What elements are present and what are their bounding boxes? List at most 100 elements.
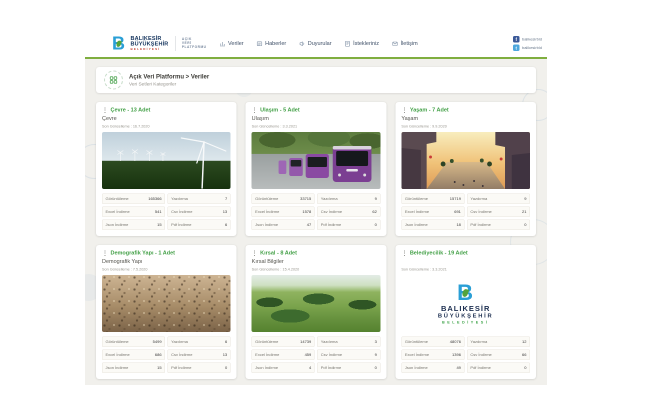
stat-json: Json İndirme49 [401, 363, 464, 374]
breadcrumb-subtitle: Veri Setleri Kategoriler [129, 82, 209, 88]
stat-json: Json İndirme15 [102, 363, 165, 374]
stat-yazdirma: Yazdırma9 [317, 194, 380, 205]
card-title[interactable]: Demografik Yapı - 1 Adet [111, 250, 175, 256]
stat-goruntuleme: Görüntüleme14739 [252, 337, 315, 348]
card-stats: Görüntüleme33715 Yazdırma9 Excel İndirme… [252, 194, 381, 231]
nav-label: Duyurular [308, 41, 332, 47]
stat-csv: Csv İndirme13 [168, 207, 231, 218]
stat-excel: Excel İndirme541 [102, 207, 165, 218]
city-street-image [401, 132, 530, 189]
stat-goruntuleme: Görüntüleme5499 [102, 337, 165, 348]
category-card-ulasim[interactable]: ⋮ Ulaşım - 5 Adet Ulaşım Son Güncelleme … [246, 102, 387, 236]
stat-excel: Excel İndirme1578 [252, 207, 315, 218]
card-subtitle: Ulaşım [252, 116, 381, 123]
nav-label: İstekleriniz [353, 41, 379, 47]
kebab-menu-icon[interactable]: ⋮ [401, 107, 407, 113]
data-icon [220, 41, 226, 47]
twitter-handle: balikesirbld [522, 46, 542, 51]
social-links: f balikesirbld t balikesirbld [513, 36, 542, 51]
main-nav: Veriler Haberler Duyurular İstekleriniz … [220, 41, 418, 47]
announcements-icon [299, 41, 305, 47]
kebab-menu-icon[interactable]: ⋮ [102, 250, 108, 256]
site-logo[interactable]: B BALIKESİR BÜYÜKŞEHİR BELEDİYESİ AÇIK V… [112, 35, 207, 53]
card-stats: Görüntüleme15719 Yazdırma9 Excel İndirme… [401, 194, 530, 231]
platform-line3: PLATFORMU [182, 46, 207, 50]
card-title[interactable]: Yaşam - 7 Adet [410, 107, 449, 113]
card-updated: Son Güncelleme : 9.9.2020 [401, 124, 530, 129]
page-body: Açık Veri Platformu > Veriler Veri Setle… [85, 59, 547, 385]
crowd-image [102, 275, 231, 332]
wind-turbines-image [102, 132, 231, 189]
card-title[interactable]: Ulaşım - 5 Adet [260, 107, 300, 113]
stat-excel: Excel İndirme459 [252, 350, 315, 361]
facebook-link[interactable]: f balikesirbld [513, 36, 542, 43]
card-stats: Görüntüleme48076 Yazdırma12 Excel İndirm… [401, 337, 530, 374]
stat-json: Json İndirme18 [401, 220, 464, 231]
stat-json: Json İndirme4 [252, 363, 315, 374]
kebab-menu-icon[interactable]: ⋮ [252, 107, 258, 113]
site-header: B BALIKESİR BÜYÜKŞEHİR BELEDİYESİ AÇIK V… [85, 30, 547, 59]
twitter-link[interactable]: t balikesirbld [513, 45, 542, 52]
stat-excel: Excel İndirme1396 [401, 350, 464, 361]
stat-goruntuleme: Görüntüleme48076 [401, 337, 464, 348]
logo-text: BALIKESİR BÜYÜKŞEHİR BELEDİYESİ [131, 36, 169, 51]
facebook-handle: balikesirbld [522, 37, 542, 42]
kebab-menu-icon[interactable]: ⋮ [102, 107, 108, 113]
nav-item-veriler[interactable]: Veriler [220, 41, 244, 47]
card-updated: Son Güncelleme : 15.4.2020 [252, 267, 381, 272]
category-card-yasam[interactable]: ⋮ Yaşam - 7 Adet Yaşam Son Güncelleme : … [395, 102, 536, 236]
stat-csv: Csv İndirme21 [467, 207, 530, 218]
card-title[interactable]: Belediyecilik - 19 Adet [410, 250, 468, 256]
logo-image-line1: BALIKESİR [441, 305, 490, 313]
nav-label: Veriler [228, 41, 244, 47]
requests-icon [345, 41, 351, 47]
logo-divider [175, 36, 176, 51]
logo-image-line2: BÜYÜKŞEHİR [438, 313, 494, 320]
category-grid: ⋮ Çevre - 13 Adet Çevre Son Güncelleme :… [96, 102, 536, 379]
card-updated: Son Güncelleme : 3.3.2021 [401, 267, 530, 272]
stat-excel: Excel İndirme686 [102, 350, 165, 361]
category-card-kirsal[interactable]: ⋮ Kırsal - 8 Adet Kırsal Bilgiler Son Gü… [246, 245, 387, 379]
nav-item-duyurular[interactable]: Duyurular [299, 41, 331, 47]
stat-pdf: Pdf İndirme0 [467, 220, 530, 231]
kebab-menu-icon[interactable]: ⋮ [401, 250, 407, 256]
facebook-icon: f [513, 36, 520, 43]
card-subtitle: Kırsal Bilgiler [252, 259, 381, 266]
card-updated: Son Güncelleme : 7.5.2020 [102, 267, 231, 272]
categories-grid-icon [104, 71, 123, 90]
stat-goruntuleme: Görüntüleme33715 [252, 194, 315, 205]
balikesir-logo-icon: B [457, 282, 474, 304]
card-title[interactable]: Kırsal - 8 Adet [260, 250, 297, 256]
wind-turbines-graphic [102, 132, 231, 189]
stat-yazdirma: Yazdırma7 [168, 194, 231, 205]
stat-csv: Csv İndirme62 [317, 207, 380, 218]
category-card-belediyecilik[interactable]: ⋮ Belediyecilik - 19 Adet Son Güncelleme… [395, 245, 536, 379]
stat-yazdirma: Yazdırma3 [317, 337, 380, 348]
nav-item-haberler[interactable]: Haberler [257, 41, 287, 47]
twitter-icon: t [513, 45, 520, 52]
stat-yazdirma: Yazdırma6 [168, 337, 231, 348]
card-title[interactable]: Çevre - 13 Adet [111, 107, 151, 113]
category-card-demografik[interactable]: ⋮ Demografik Yapı - 1 Adet Demografik Ya… [96, 245, 237, 379]
site-container: B BALIKESİR BÜYÜKŞEHİR BELEDİYESİ AÇIK V… [85, 30, 547, 385]
stat-csv: Csv İndirme13 [168, 350, 231, 361]
nav-label: İletişim [401, 41, 418, 47]
stat-yazdirma: Yazdırma9 [467, 194, 530, 205]
stat-excel: Excel İndirme691 [401, 207, 464, 218]
news-icon [257, 41, 263, 47]
balikesir-logo-icon: B [112, 35, 127, 53]
category-card-cevre[interactable]: ⋮ Çevre - 13 Adet Çevre Son Güncelleme :… [96, 102, 237, 236]
platform-title: AÇIK VERİ PLATFORMU [182, 37, 207, 49]
card-updated: Son Güncelleme : 16.7.2020 [102, 124, 231, 129]
logo-name-line3: BELEDİYESİ [131, 48, 169, 51]
card-stats: Görüntüleme165366 Yazdırma7 Excel İndirm… [102, 194, 231, 231]
kebab-menu-icon[interactable]: ⋮ [252, 250, 258, 256]
nav-item-iletisim[interactable]: İletişim [392, 41, 418, 47]
stat-json: Json İndirme47 [252, 220, 315, 231]
stat-csv: Csv İndirme9 [317, 350, 380, 361]
stat-csv: Csv İndirme66 [467, 350, 530, 361]
page: B BALIKESİR BÜYÜKŞEHİR BELEDİYESİ AÇIK V… [0, 0, 652, 400]
municipality-logo-image: B BALIKESİR BÜYÜKŞEHİR BELEDİYESİ [401, 275, 530, 332]
card-updated: Son Güncelleme : 3.3.2021 [252, 124, 381, 129]
nav-item-istekleriniz[interactable]: İstekleriniz [345, 41, 379, 47]
